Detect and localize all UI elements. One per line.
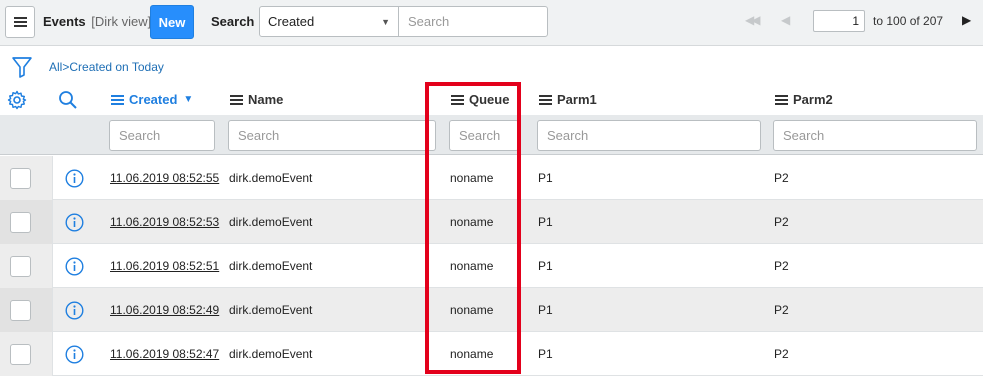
search-field-selected: Created: [268, 14, 315, 29]
cell-parm1: P1: [538, 259, 553, 273]
cell-parm1: P1: [538, 303, 553, 317]
cell-name: dirk.demoEvent: [229, 215, 313, 229]
row-select-cell: [0, 156, 53, 200]
previous-page-icon[interactable]: ◀: [781, 13, 790, 27]
column-label-parm2: Parm2: [793, 92, 833, 107]
search-field-select[interactable]: Created ▼: [259, 6, 399, 37]
column-menu-icon[interactable]: [775, 94, 788, 105]
row-select-cell: [0, 244, 53, 288]
breadcrumb-all[interactable]: All: [49, 60, 62, 74]
row-select-cell: [0, 288, 53, 332]
filter-input-created[interactable]: Search: [109, 120, 215, 151]
column-menu-icon[interactable]: [111, 94, 124, 105]
table-row: 11.06.2019 08:52:51 dirk.demoEvent nonam…: [0, 244, 983, 288]
cell-queue: noname: [450, 171, 494, 185]
cell-parm2: P2: [774, 171, 789, 185]
cell-name: dirk.demoEvent: [229, 259, 313, 273]
cell-queue: noname: [450, 303, 494, 317]
row-checkbox[interactable]: [10, 168, 31, 189]
info-circle-icon[interactable]: [65, 345, 84, 364]
breadcrumb: All>Created on Today: [49, 60, 164, 74]
next-page-icon[interactable]: ▶: [962, 13, 971, 27]
row-checkbox[interactable]: [10, 344, 31, 365]
cell-queue: noname: [450, 215, 494, 229]
filter-input-parm2[interactable]: Search: [773, 120, 977, 151]
cell-parm2: P2: [774, 303, 789, 317]
column-label-parm1: Parm1: [557, 92, 597, 107]
cell-queue: noname: [450, 347, 494, 361]
row-select-cell: [0, 200, 53, 244]
filter-input-parm1[interactable]: Search: [537, 120, 761, 151]
cell-created[interactable]: 11.06.2019 08:52:55: [110, 171, 219, 185]
cell-name: dirk.demoEvent: [229, 347, 313, 361]
column-menu-icon[interactable]: [451, 94, 464, 105]
cell-name: dirk.demoEvent: [229, 171, 313, 185]
info-circle-icon[interactable]: [65, 257, 84, 276]
row-checkbox[interactable]: [10, 212, 31, 233]
column-header-created[interactable]: Created ▼: [111, 92, 193, 107]
info-circle-icon[interactable]: [65, 169, 84, 188]
cell-name: dirk.demoEvent: [229, 303, 313, 317]
cell-created[interactable]: 11.06.2019 08:52:49: [110, 303, 219, 317]
cell-created[interactable]: 11.06.2019 08:52:53: [110, 215, 219, 229]
row-checkbox[interactable]: [10, 256, 31, 277]
cell-parm1: P1: [538, 171, 553, 185]
hamburger-icon: [13, 17, 27, 27]
cell-parm1: P1: [538, 347, 553, 361]
list-header: Events [Dirk view] New Search Created ▼ …: [0, 0, 983, 46]
filter-input-queue[interactable]: Search: [449, 120, 519, 151]
table-row: 11.06.2019 08:52:49 dirk.demoEvent nonam…: [0, 288, 983, 332]
cell-parm2: P2: [774, 347, 789, 361]
search-label: Search: [211, 14, 255, 29]
cell-queue: noname: [450, 259, 494, 273]
new-button[interactable]: New: [150, 5, 194, 39]
cell-parm2: P2: [774, 259, 789, 273]
table-row: 11.06.2019 08:52:53 dirk.demoEvent nonam…: [0, 200, 983, 244]
search-input[interactable]: Search: [398, 6, 548, 37]
column-header-parm2[interactable]: Parm2: [775, 92, 833, 107]
row-checkbox[interactable]: [10, 300, 31, 321]
column-header-queue[interactable]: Queue: [451, 92, 509, 107]
context-menu-button[interactable]: [5, 6, 35, 38]
table-row: 11.06.2019 08:52:47 dirk.demoEvent nonam…: [0, 332, 983, 376]
page-range-text: to 100 of 207: [873, 14, 944, 28]
first-page-icon[interactable]: ◀◀: [745, 13, 761, 27]
cell-created[interactable]: 11.06.2019 08:52:51: [110, 259, 219, 273]
list-title: Events [Dirk view]: [43, 14, 151, 29]
row-select-cell: [0, 332, 53, 376]
column-header-name[interactable]: Name: [230, 92, 283, 107]
breadcrumb-filter[interactable]: Created on Today: [69, 60, 164, 74]
dropdown-caret-icon: ▼: [381, 17, 390, 27]
info-circle-icon[interactable]: [65, 301, 84, 320]
info-circle-icon[interactable]: [65, 213, 84, 232]
list-view-name: [Dirk view]: [91, 14, 152, 29]
list-title-text: Events: [43, 14, 86, 29]
sort-descending-icon: ▼: [183, 94, 194, 105]
page-number-input[interactable]: 1: [813, 10, 865, 32]
column-menu-icon[interactable]: [539, 94, 552, 105]
cell-parm2: P2: [774, 215, 789, 229]
column-label-created: Created: [129, 92, 178, 107]
cell-parm1: P1: [538, 215, 553, 229]
column-label-name: Name: [248, 92, 284, 107]
filter-input-name[interactable]: Search: [228, 120, 436, 151]
magnifier-icon[interactable]: [58, 90, 78, 110]
table-row: 11.06.2019 08:52:55 dirk.demoEvent nonam…: [0, 156, 983, 200]
funnel-icon[interactable]: [11, 55, 33, 79]
gear-icon[interactable]: [7, 90, 27, 110]
column-header-parm1[interactable]: Parm1: [539, 92, 597, 107]
column-menu-icon[interactable]: [230, 94, 243, 105]
column-label-queue: Queue: [469, 92, 510, 107]
cell-created[interactable]: 11.06.2019 08:52:47: [110, 347, 219, 361]
